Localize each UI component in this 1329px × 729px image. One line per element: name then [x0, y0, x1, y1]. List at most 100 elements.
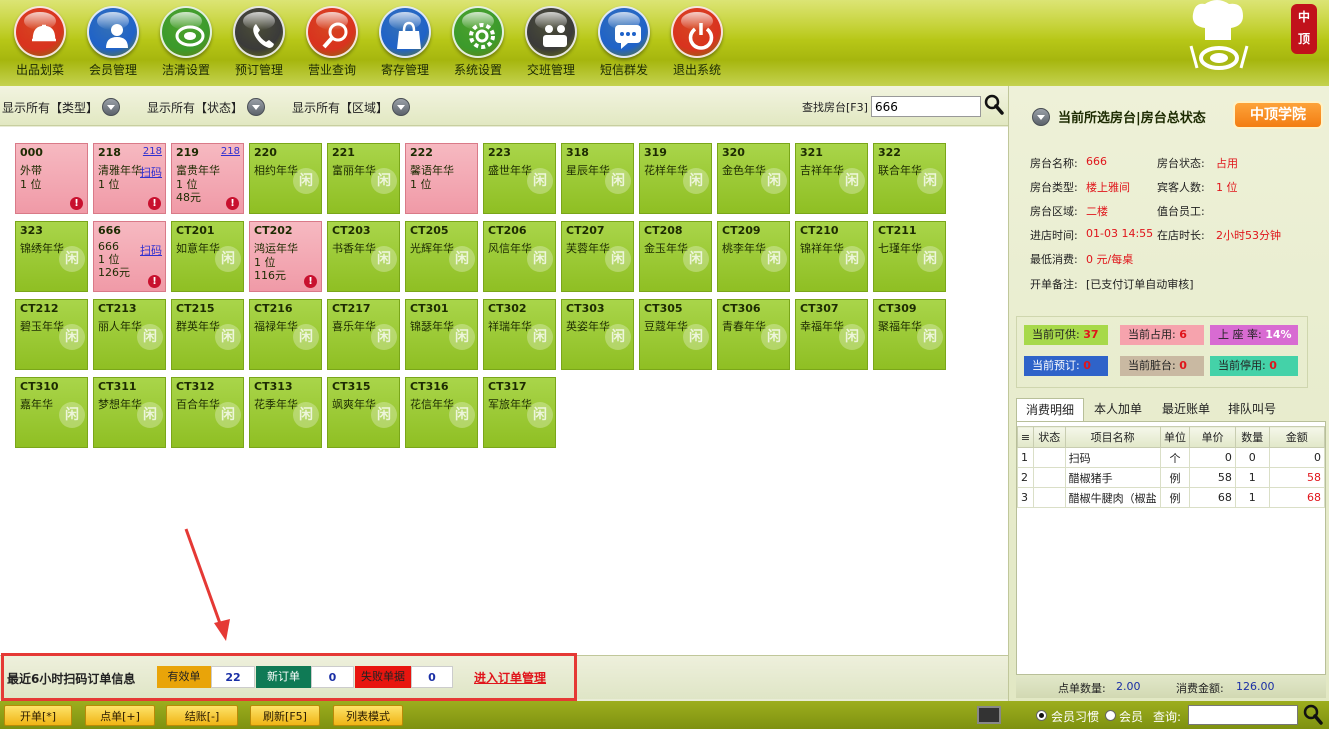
- search-icon[interactable]: [1303, 704, 1323, 726]
- chevron-down-icon[interactable]: [247, 98, 266, 116]
- room-tile[interactable]: CT215 群英年华闲: [171, 299, 244, 370]
- room-tile[interactable]: CT302 祥瑞年华闲: [483, 299, 556, 370]
- room-tile[interactable]: CT208 金玉年华闲: [639, 221, 712, 292]
- scan-order-link[interactable]: 扫码: [140, 164, 162, 180]
- room-tile[interactable]: CT303 英姿年华闲: [561, 299, 634, 370]
- tab-recent-bills[interactable]: 最近账单: [1154, 398, 1218, 421]
- room-tile[interactable]: CT301 锦瑟年华闲: [405, 299, 478, 370]
- room-tile[interactable]: 218 清雅年华 1 位 218 扫码!: [93, 143, 166, 214]
- sms-button[interactable]: 短信群发: [588, 6, 660, 82]
- tab-consumption-detail[interactable]: 消费明细: [1016, 398, 1084, 421]
- booking-button[interactable]: 预订管理: [223, 6, 295, 82]
- storage-button[interactable]: 寄存管理: [369, 6, 441, 82]
- room-tile[interactable]: CT205 光辉年华闲: [405, 221, 478, 292]
- member-radio[interactable]: [1105, 710, 1116, 721]
- room-tile[interactable]: 323 锦绣年华闲: [15, 221, 88, 292]
- order-management-link[interactable]: 进入订单管理: [474, 669, 546, 686]
- room-tile[interactable]: CT307 幸福年华闲: [795, 299, 868, 370]
- room-tile[interactable]: 000 外带 1 位!: [15, 143, 88, 214]
- chevron-down-icon[interactable]: [1032, 108, 1050, 126]
- column-header[interactable]: 状态: [1032, 426, 1066, 448]
- tab-queue-call[interactable]: 排队叫号: [1220, 398, 1284, 421]
- area-filter[interactable]: 显示所有【区域】: [292, 98, 411, 116]
- refresh-button[interactable]: 刷新[F5]: [250, 705, 320, 726]
- room-tile[interactable]: 666 666 1 位 126元 扫码!: [93, 221, 166, 292]
- table-row[interactable]: 3 醋椒牛腱肉（椒盐例 68 1 68: [1017, 487, 1326, 508]
- settings-button[interactable]: 系统设置: [442, 6, 514, 82]
- room-tile[interactable]: CT312 百合年华闲: [171, 377, 244, 448]
- column-header[interactable]: ≡: [1017, 426, 1034, 448]
- chevron-down-icon[interactable]: [102, 98, 121, 116]
- column-header[interactable]: 单价: [1189, 426, 1236, 448]
- room-tile[interactable]: CT309 聚福年华闲: [873, 299, 946, 370]
- room-tile[interactable]: 318 星辰年华闲: [561, 143, 634, 214]
- member-search-input[interactable]: [1188, 705, 1298, 725]
- column-header[interactable]: 金额: [1268, 426, 1326, 448]
- room-tile[interactable]: 321 吉祥年华闲: [795, 143, 868, 214]
- clean-button[interactable]: 洁清设置: [150, 6, 222, 82]
- room-tile[interactable]: CT310 嘉年华闲: [15, 377, 88, 448]
- order-button[interactable]: 点单[+]: [85, 705, 155, 726]
- room-tile[interactable]: CT311 梦想年华闲: [93, 377, 166, 448]
- column-header[interactable]: 单位: [1159, 426, 1191, 448]
- column-header[interactable]: 项目名称: [1064, 426, 1161, 448]
- table-cell: 醋椒牛腱肉（椒盐: [1064, 487, 1161, 508]
- scan-order-link[interactable]: 扫码: [140, 242, 162, 258]
- room-tile[interactable]: CT315 飒爽年华闲: [327, 377, 400, 448]
- shift-button[interactable]: 交班管理: [515, 6, 587, 82]
- room-tile[interactable]: 219 富贵年华 1 位 48元 218!: [171, 143, 244, 214]
- toolbar-label: 营业查询: [307, 63, 356, 77]
- room-tile[interactable]: CT211 七瑾年华闲: [873, 221, 946, 292]
- room-tile[interactable]: CT201 如意年华闲: [171, 221, 244, 292]
- room-tile[interactable]: CT313 花季年华闲: [249, 377, 322, 448]
- member-button[interactable]: 会员管理: [77, 6, 149, 82]
- room-tile[interactable]: CT203 书香年华闲: [327, 221, 400, 292]
- room-tile[interactable]: CT206 风信年华闲: [483, 221, 556, 292]
- room-search-input[interactable]: [871, 96, 981, 117]
- room-tile[interactable]: CT210 锦祥年华闲: [795, 221, 868, 292]
- toolbar-label: 洁清设置: [161, 63, 210, 77]
- room-tile[interactable]: 220 相约年华闲: [249, 143, 322, 214]
- room-tile[interactable]: 322 联合年华闲: [873, 143, 946, 214]
- room-tile[interactable]: CT217 喜乐年华闲: [327, 299, 400, 370]
- room-tile[interactable]: CT216 福禄年华闲: [249, 299, 322, 370]
- room-tile[interactable]: CT305 豆蔻年华闲: [639, 299, 712, 370]
- member-habit-radio[interactable]: [1036, 710, 1047, 721]
- room-tile[interactable]: CT212 碧玉年华闲: [15, 299, 88, 370]
- status-filter[interactable]: 显示所有【状态】: [147, 98, 266, 116]
- checkout-button[interactable]: 结账[-]: [166, 705, 238, 726]
- table-row[interactable]: 1 扫码个 0 0 0: [1017, 447, 1326, 468]
- checkin-key: 进店时间:: [1030, 229, 1078, 242]
- search-icon[interactable]: [984, 94, 1004, 116]
- room-tile[interactable]: CT209 桃李年华闲: [717, 221, 790, 292]
- room-link-tag[interactable]: 218: [143, 146, 162, 157]
- open-table-button[interactable]: 开单[*]: [4, 705, 72, 726]
- exit-button[interactable]: 退出系统: [661, 6, 733, 82]
- table-row[interactable]: 2 醋椒猪手例 58 1 58: [1017, 467, 1326, 488]
- room-tile[interactable]: CT306 青春年华闲: [717, 299, 790, 370]
- panel-toggle[interactable]: [1032, 108, 1050, 126]
- idle-watermark-icon: 闲: [917, 168, 943, 194]
- idle-watermark-icon: 闲: [215, 324, 241, 350]
- room-tile[interactable]: 221 富丽年华闲: [327, 143, 400, 214]
- toolbar-label: 预订管理: [234, 63, 283, 77]
- list-mode-button[interactable]: 列表模式: [333, 705, 403, 726]
- room-tile[interactable]: CT207 芙蓉年华闲: [561, 221, 634, 292]
- room-tile[interactable]: 320 金色年华闲: [717, 143, 790, 214]
- room-tile[interactable]: 222 馨语年华 1 位: [405, 143, 478, 214]
- room-link-tag[interactable]: 218: [221, 146, 240, 157]
- chevron-down-icon[interactable]: [392, 98, 411, 116]
- academy-button[interactable]: 中顶学院: [1233, 101, 1323, 129]
- column-header[interactable]: 数量: [1234, 426, 1270, 448]
- tab-my-added-orders[interactable]: 本人加单: [1086, 398, 1150, 421]
- room-tile[interactable]: 223 盛世年华闲: [483, 143, 556, 214]
- type-filter[interactable]: 显示所有【类型】: [2, 98, 121, 116]
- room-tile[interactable]: 319 花样年华闲: [639, 143, 712, 214]
- monitor-icon[interactable]: [977, 706, 1001, 724]
- room-tile[interactable]: CT213 丽人年华闲: [93, 299, 166, 370]
- business-button[interactable]: 营业查询: [296, 6, 368, 82]
- room-tile[interactable]: CT317 军旅年华闲: [483, 377, 556, 448]
- room-tile[interactable]: CT316 花信年华闲: [405, 377, 478, 448]
- room-tile[interactable]: CT202 鸿运年华 1 位 116元!: [249, 221, 322, 292]
- dish-out-button[interactable]: 出品划菜: [4, 6, 76, 82]
